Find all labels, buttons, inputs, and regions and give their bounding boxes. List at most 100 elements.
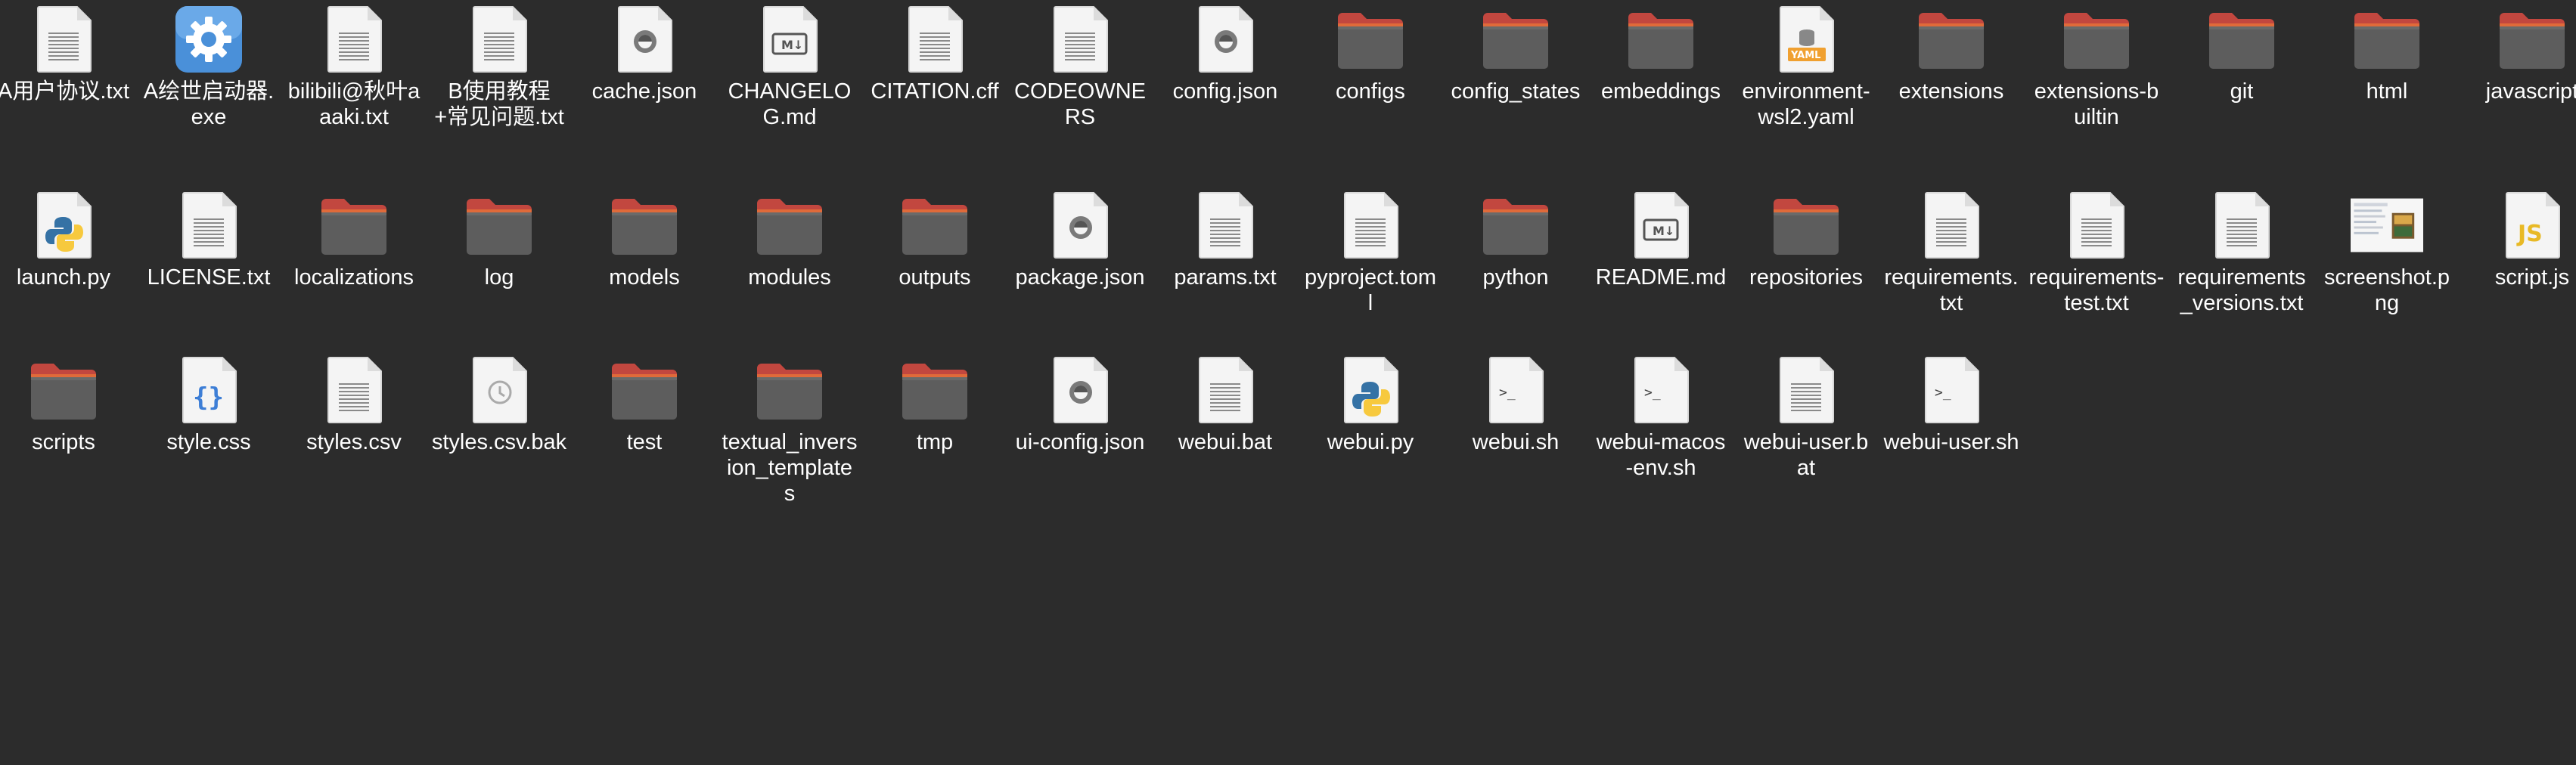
file-item[interactable]: package.json xyxy=(1012,190,1148,290)
markdown-file-icon: M↓ xyxy=(753,5,826,74)
file-name-label: pyproject.toml xyxy=(1304,265,1437,315)
file-item[interactable]: cache.json xyxy=(576,5,712,104)
text-file-icon xyxy=(27,5,100,74)
file-item[interactable]: log xyxy=(431,190,567,290)
folder-icon xyxy=(2060,5,2133,74)
file-item[interactable]: models xyxy=(576,190,712,290)
file-item[interactable]: python xyxy=(1448,190,1584,290)
file-item[interactable]: CITATION.cff xyxy=(867,5,1003,104)
file-item[interactable]: styles.csv xyxy=(286,355,422,455)
file-item[interactable]: >_ webui-macos-env.sh xyxy=(1593,355,1729,481)
file-item[interactable]: extensions-builtin xyxy=(2028,5,2165,130)
folder-icon xyxy=(2205,5,2278,74)
file-item[interactable]: M↓ README.md xyxy=(1593,190,1729,290)
folder-icon xyxy=(608,190,681,260)
file-name-label: webui-user.bat xyxy=(1743,430,1869,480)
file-item[interactable]: scripts xyxy=(0,355,132,455)
json-file-icon xyxy=(1044,190,1116,260)
file-item[interactable]: localizations xyxy=(286,190,422,290)
javascript-file-icon: JS xyxy=(2496,190,2568,260)
folder-icon xyxy=(1625,5,1697,74)
file-item[interactable]: JS script.js xyxy=(2464,190,2576,290)
text-file-icon xyxy=(1189,355,1262,425)
json-file-icon xyxy=(1044,355,1116,425)
gear-app-icon xyxy=(172,5,245,74)
folder-icon xyxy=(463,190,535,260)
file-item[interactable]: launch.py xyxy=(0,190,132,290)
file-name-label: styles.csv xyxy=(306,430,402,454)
file-item[interactable]: styles.csv.bak xyxy=(431,355,567,455)
file-item[interactable]: pyproject.toml xyxy=(1302,190,1439,316)
file-item[interactable]: CODEOWNERS xyxy=(1012,5,1148,130)
text-file-icon xyxy=(898,5,971,74)
text-file-icon xyxy=(1770,355,1842,425)
file-item[interactable]: {} style.css xyxy=(141,355,277,455)
file-item[interactable]: M↓ CHANGELOG.md xyxy=(722,5,858,130)
file-item[interactable]: javascript xyxy=(2464,5,2576,104)
file-name-label: config.json xyxy=(1172,79,1278,104)
svg-text:>_: >_ xyxy=(1499,385,1516,401)
markdown-file-icon: M↓ xyxy=(1625,190,1697,260)
file-item[interactable]: config_states xyxy=(1448,5,1584,104)
file-item[interactable]: requirements_versions.txt xyxy=(2174,190,2310,316)
file-item[interactable]: test xyxy=(576,355,712,455)
text-file-icon xyxy=(1915,190,1988,260)
folder-icon xyxy=(1770,190,1842,260)
file-name-label: CHANGELOG.md xyxy=(728,79,852,129)
file-item[interactable]: requirements.txt xyxy=(1883,190,2019,316)
file-item[interactable]: A用户协议.txt xyxy=(0,5,132,104)
file-item[interactable]: html xyxy=(2319,5,2455,104)
text-file-icon xyxy=(172,190,245,260)
file-item[interactable]: YAML environment-wsl2.yaml xyxy=(1738,5,1874,130)
file-item[interactable]: params.txt xyxy=(1157,190,1293,290)
file-item[interactable]: embeddings xyxy=(1593,5,1729,104)
folder-icon xyxy=(2496,5,2568,74)
file-item[interactable]: requirements-test.txt xyxy=(2028,190,2165,316)
file-name-label: html xyxy=(2366,79,2408,104)
text-file-icon xyxy=(318,355,390,425)
folder-icon xyxy=(753,355,826,425)
file-item[interactable]: textual_inversion_templates xyxy=(722,355,858,506)
file-name-label: modules xyxy=(748,265,831,290)
file-item[interactable]: bilibili@秋叶aaaki.txt xyxy=(286,5,422,130)
image-thumbnail-icon xyxy=(2351,190,2423,260)
svg-text:>_: >_ xyxy=(1935,385,1951,401)
file-item[interactable]: tmp xyxy=(867,355,1003,455)
text-file-icon xyxy=(2205,190,2278,260)
yaml-file-icon: YAML xyxy=(1770,5,1842,74)
file-name-label: webui-macos-env.sh xyxy=(1596,430,1726,480)
file-item[interactable]: screenshot.png xyxy=(2319,190,2455,316)
css-file-icon: {} xyxy=(172,355,245,425)
file-name-label: webui.bat xyxy=(1178,430,1273,454)
file-item[interactable]: config.json xyxy=(1157,5,1293,104)
file-name-label: embeddings xyxy=(1601,79,1721,104)
file-item[interactable]: outputs xyxy=(867,190,1003,290)
file-item[interactable]: >_ webui-user.sh xyxy=(1883,355,2019,455)
shell-script-icon: >_ xyxy=(1625,355,1697,425)
file-item[interactable]: git xyxy=(2174,5,2310,104)
json-file-icon xyxy=(608,5,681,74)
file-item[interactable]: extensions xyxy=(1883,5,2019,104)
file-name-label: scripts xyxy=(32,430,95,454)
file-item[interactable]: configs xyxy=(1302,5,1439,104)
file-name-label: styles.csv.bak xyxy=(431,430,567,454)
folder-icon xyxy=(27,355,100,425)
python-file-icon xyxy=(27,190,100,260)
file-name-label: CITATION.cff xyxy=(871,79,999,104)
file-name-label: extensions-builtin xyxy=(2034,79,2159,129)
file-item[interactable]: webui.bat xyxy=(1157,355,1293,455)
file-item[interactable]: webui-user.bat xyxy=(1738,355,1874,481)
file-item[interactable]: LICENSE.txt xyxy=(141,190,277,290)
file-name-label: tmp xyxy=(916,430,954,454)
file-item[interactable]: A绘世启动器.exe xyxy=(141,5,277,130)
file-name-label: models xyxy=(609,265,680,290)
file-item[interactable]: B使用教程+常见问题.txt xyxy=(431,5,567,130)
text-file-icon xyxy=(463,5,535,74)
file-name-label: params.txt xyxy=(1174,265,1277,290)
file-item[interactable]: >_ webui.sh xyxy=(1448,355,1584,455)
file-item[interactable]: ui-config.json xyxy=(1012,355,1148,455)
file-item[interactable]: repositories xyxy=(1738,190,1874,290)
file-item[interactable]: webui.py xyxy=(1302,355,1439,455)
svg-text:JS: JS xyxy=(2516,221,2543,247)
file-item[interactable]: modules xyxy=(722,190,858,290)
